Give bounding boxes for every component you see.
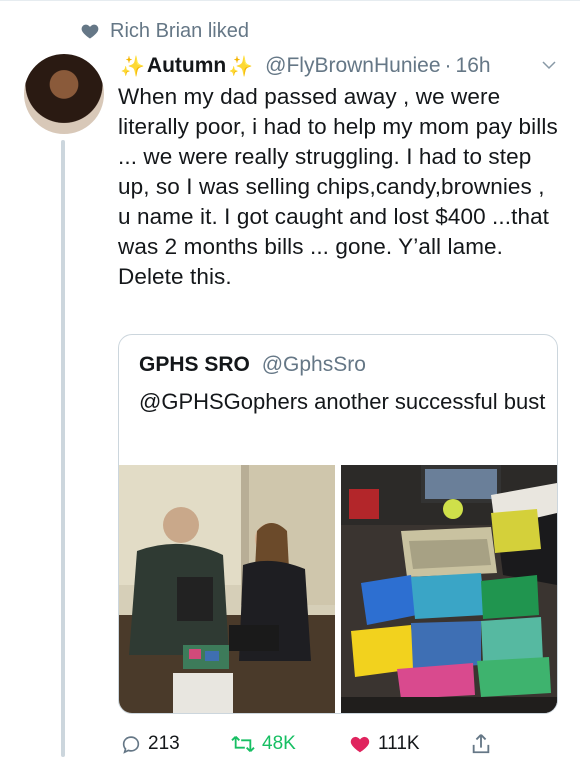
- thread-line: [61, 140, 65, 757]
- display-name[interactable]: Autumn: [147, 54, 226, 78]
- social-context[interactable]: Rich Brian liked: [80, 18, 249, 44]
- separator-dot: ·: [444, 54, 452, 77]
- heart-icon: [81, 24, 99, 39]
- sparkle-icon: ✨: [228, 55, 254, 78]
- quoted-display-name: GPHS SRO: [139, 353, 250, 376]
- reply-button[interactable]: 213: [120, 728, 180, 760]
- like-button[interactable]: 111K: [348, 728, 420, 760]
- retweet-count: 48K: [262, 733, 296, 754]
- tweet-text: When my dad passed away , we were litera…: [118, 84, 558, 289]
- retweet-button[interactable]: 48K: [230, 728, 296, 760]
- quoted-user-handle: @GphsSro: [261, 353, 366, 376]
- chevron-down-icon[interactable]: [540, 56, 558, 74]
- quoted-tweet[interactable]: GPHS SRO @GphsSro @GPHSGophers another s…: [118, 334, 558, 714]
- share-button[interactable]: [470, 728, 492, 760]
- reply-icon: [122, 736, 140, 754]
- retweet-icon: [231, 736, 255, 752]
- avatar[interactable]: [24, 54, 104, 134]
- user-handle[interactable]: @FlyBrownHuniee: [265, 54, 440, 78]
- photo-cash-and-gum-image: [341, 465, 557, 713]
- sparkle-icon: ✨: [120, 55, 145, 78]
- photo-officers-image: [119, 465, 335, 713]
- tweet-actions: 213 48K 111K: [118, 728, 558, 760]
- like-count: 111K: [378, 733, 420, 754]
- share-icon: [472, 734, 490, 754]
- heart-icon: [350, 736, 370, 753]
- quoted-photo-officers[interactable]: [119, 465, 335, 713]
- quoted-photo-cash-and-gum[interactable]: [341, 465, 557, 713]
- quoted-tweet-header: GPHS SRO @GphsSro: [139, 353, 366, 377]
- reply-count: 213: [148, 733, 180, 754]
- social-context-text: Rich Brian liked: [110, 19, 249, 42]
- top-border: [0, 0, 580, 1]
- tweet-header: ✨ Autumn ✨ @FlyBrownHuniee · 16h: [118, 52, 558, 80]
- tweet-time[interactable]: 16h: [456, 54, 491, 78]
- quoted-tweet-text: @GPHSGophers another successful bust: [139, 389, 546, 414]
